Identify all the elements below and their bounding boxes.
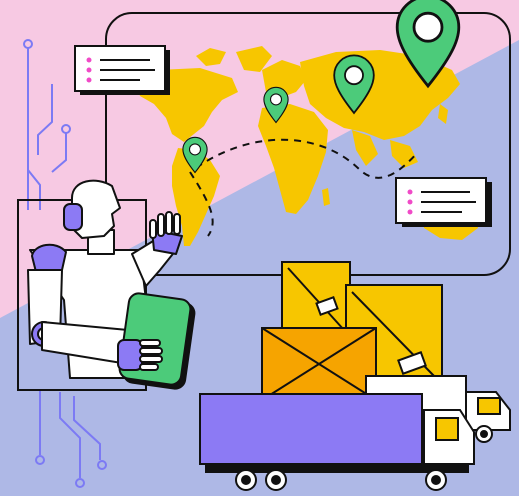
info-card <box>395 177 492 227</box>
tablet <box>117 292 196 390</box>
illustration-scene <box>0 0 519 496</box>
info-card <box>74 45 170 95</box>
logistics-ai-illustration <box>0 0 519 496</box>
